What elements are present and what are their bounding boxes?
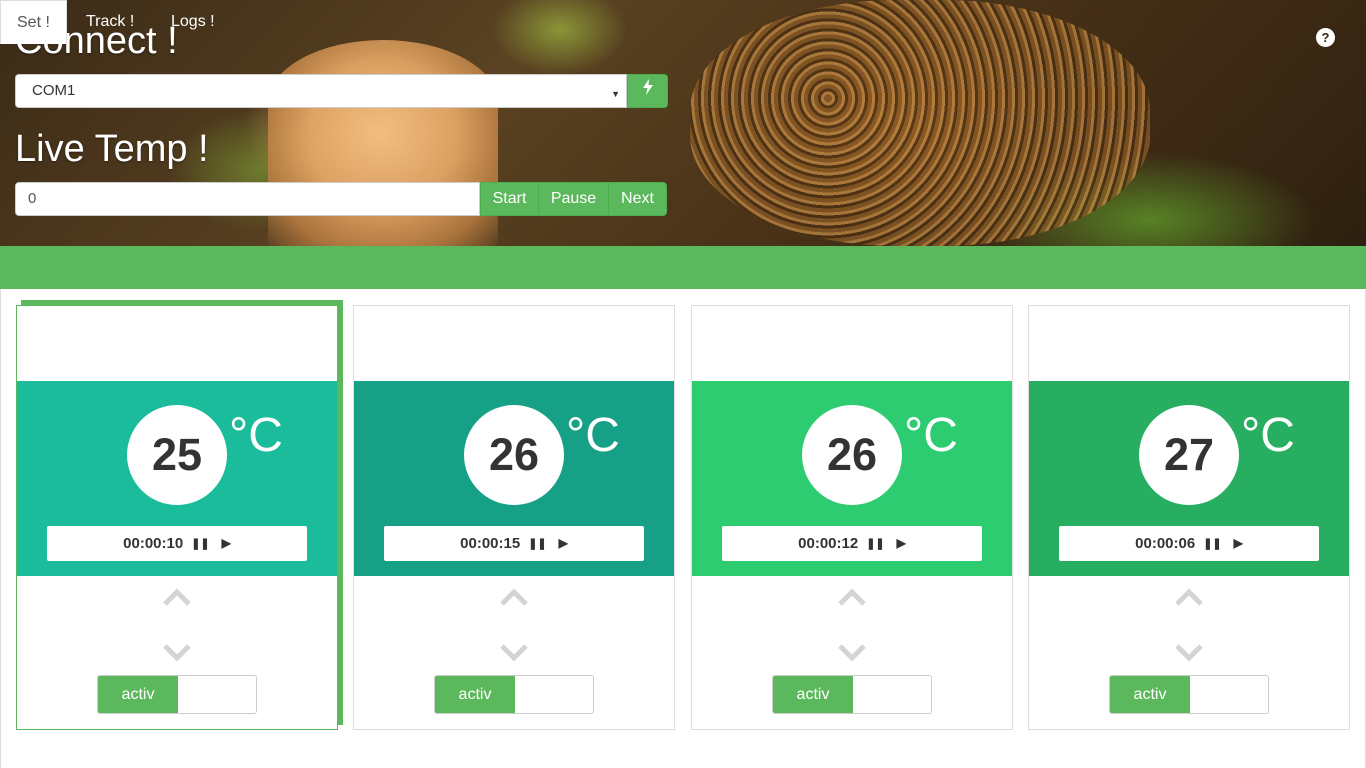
- bolt-icon: [642, 79, 654, 99]
- tab-set[interactable]: Set !: [0, 0, 67, 44]
- active-toggle-label: activ: [1110, 676, 1190, 713]
- active-toggle[interactable]: activ: [772, 675, 932, 714]
- temperature-band: 26 °C 00:00:12 ❚❚ ▶: [692, 381, 1012, 576]
- timer-value: 00:00:10: [123, 535, 184, 552]
- play-icon[interactable]: ▶: [1234, 526, 1243, 561]
- step-card[interactable]: 26 °C 00:00:15 ❚❚ ▶ activ: [353, 305, 675, 730]
- start-button[interactable]: Start: [480, 182, 539, 216]
- pause-icon[interactable]: ❚❚: [191, 527, 209, 562]
- timer-value: 00:00:06: [1135, 535, 1196, 552]
- caret-down-icon: ▼: [611, 89, 620, 99]
- temperature-value: 27: [1139, 405, 1239, 505]
- active-toggle[interactable]: activ: [97, 675, 257, 714]
- active-toggle[interactable]: activ: [1109, 675, 1269, 714]
- play-icon[interactable]: ▶: [559, 526, 568, 561]
- timer-display: 00:00:15 ❚❚ ▶: [384, 526, 644, 561]
- temperature-unit: °C: [904, 409, 958, 462]
- temperature-band: 27 °C 00:00:06 ❚❚ ▶: [1029, 381, 1349, 576]
- timer-display: 00:00:06 ❚❚ ▶: [1059, 526, 1319, 561]
- chevron-down-icon[interactable]: [500, 642, 528, 670]
- tab-track[interactable]: Track !: [70, 0, 150, 43]
- step-card[interactable]: 25 °C 00:00:10 ❚❚ ▶ activ: [16, 305, 338, 730]
- play-icon[interactable]: ▶: [897, 526, 906, 561]
- active-toggle-label: activ: [98, 676, 178, 713]
- connect-button[interactable]: [627, 74, 668, 108]
- next-button[interactable]: Next: [608, 182, 667, 216]
- active-toggle-label: activ: [773, 676, 853, 713]
- timer-display: 00:00:12 ❚❚ ▶: [722, 526, 982, 561]
- chevron-up-icon[interactable]: [838, 588, 866, 616]
- temperature-band: 25 °C 00:00:10 ❚❚ ▶: [17, 381, 337, 576]
- tab-bar: [0, 246, 1366, 289]
- chevron-up-icon[interactable]: [163, 588, 191, 616]
- pause-icon[interactable]: ❚❚: [1203, 527, 1221, 562]
- tab-logs[interactable]: Logs !: [155, 0, 231, 43]
- timer-value: 00:00:12: [798, 535, 859, 552]
- chevron-down-icon[interactable]: [163, 642, 191, 670]
- temperature-value: 26: [802, 405, 902, 505]
- port-select-value: COM1: [32, 82, 76, 99]
- temperature-unit: °C: [1241, 409, 1295, 462]
- pause-button[interactable]: Pause: [538, 182, 609, 216]
- live-temp-title: Live Temp !: [15, 128, 209, 170]
- chevron-up-icon[interactable]: [1175, 588, 1203, 616]
- chevron-down-icon[interactable]: [1175, 642, 1203, 670]
- live-temp-input[interactable]: 0: [15, 182, 480, 216]
- chevron-down-icon[interactable]: [838, 642, 866, 670]
- active-toggle-label: activ: [435, 676, 515, 713]
- chevron-up-icon[interactable]: [500, 588, 528, 616]
- timer-value: 00:00:15: [460, 535, 521, 552]
- pause-icon[interactable]: ❚❚: [528, 527, 546, 562]
- port-select[interactable]: COM1 ▼: [15, 74, 627, 108]
- timer-display: 00:00:10 ❚❚ ▶: [47, 526, 307, 561]
- active-toggle[interactable]: activ: [434, 675, 594, 714]
- temperature-band: 26 °C 00:00:15 ❚❚ ▶: [354, 381, 674, 576]
- temperature-value: 26: [464, 405, 564, 505]
- background-grain-image: [690, 0, 1150, 246]
- temperature-unit: °C: [566, 409, 620, 462]
- temperature-value: 25: [127, 405, 227, 505]
- play-icon[interactable]: ▶: [222, 526, 231, 561]
- step-card[interactable]: 26 °C 00:00:12 ❚❚ ▶ activ: [691, 305, 1013, 730]
- pause-icon[interactable]: ❚❚: [866, 527, 884, 562]
- temperature-unit: °C: [229, 409, 283, 462]
- step-card[interactable]: 27 °C 00:00:06 ❚❚ ▶ activ: [1028, 305, 1350, 730]
- question-circle-icon[interactable]: ?: [1316, 28, 1335, 47]
